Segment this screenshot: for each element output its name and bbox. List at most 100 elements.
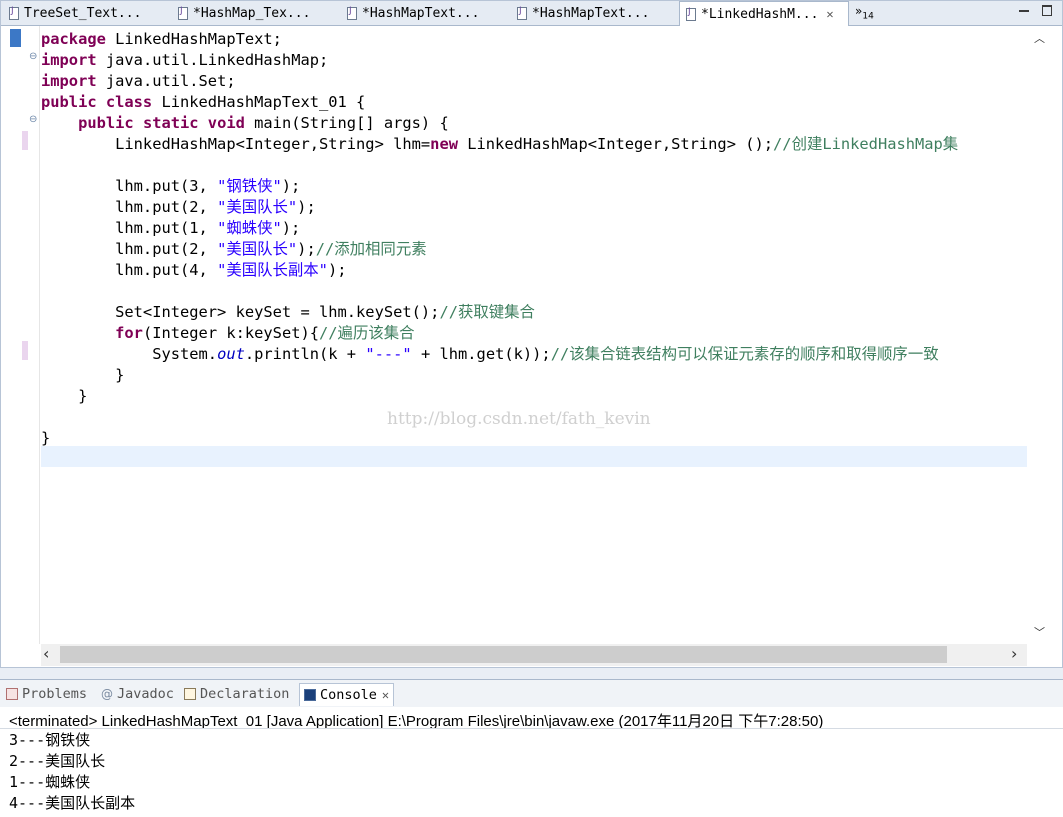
code-line[interactable]: public class LinkedHashMapText_01 { — [41, 92, 365, 113]
code-line[interactable]: for(Integer k:keySet){//遍历该集合 — [41, 323, 415, 344]
code-token: Set<Integer> keySet = lhm.keySet(); — [41, 303, 440, 321]
console-separator — [0, 728, 1063, 729]
code-token: ); — [297, 198, 316, 216]
code-line[interactable]: import java.util.Set; — [41, 71, 236, 92]
fold-collapse-icon[interactable]: ⊖ — [29, 114, 37, 125]
java-file-icon — [347, 6, 357, 20]
view-tab-label: Problems — [22, 686, 88, 702]
tab-label: TreeSet_Text... — [24, 5, 142, 21]
change-marker — [22, 131, 28, 150]
code-line[interactable]: } — [41, 428, 50, 449]
code-comment: //创建LinkedHashMap集 — [773, 135, 959, 153]
scroll-right-icon[interactable]: › — [1011, 644, 1017, 663]
code-editor[interactable]: package LinkedHashMapText; import java.ut… — [41, 26, 1027, 644]
code-line[interactable]: Set<Integer> keySet = lhm.keySet();//获取键… — [41, 302, 535, 323]
code-token: main(String[] args) { — [244, 114, 449, 132]
code-token: java.util.Set; — [96, 72, 236, 90]
vertical-scrollbar[interactable]: ︿ ﹀ — [1027, 26, 1062, 644]
editor-tab-linkedhashmap[interactable]: *LinkedHashM... ✕ — [679, 1, 849, 26]
console-output-line: 2---美国队长 — [9, 752, 106, 770]
code-token: } — [41, 387, 88, 405]
tab-label: *HashMap_Tex... — [193, 5, 311, 21]
code-token: java.util.LinkedHashMap; — [96, 51, 329, 69]
code-token: LinkedHashMapText; — [105, 30, 282, 48]
code-string: "钢铁侠" — [217, 177, 282, 195]
code-line[interactable]: package LinkedHashMapText; — [41, 29, 282, 50]
code-token: (Integer k:keySet){ — [142, 324, 320, 342]
code-keyword: new — [430, 135, 458, 153]
watermark: http://blog.csdn.net/fath_kevin — [387, 409, 651, 429]
tab-overflow-count: 14 — [862, 11, 874, 22]
code-token: lhm.put(2, — [41, 198, 218, 216]
editor-tab-hashmaptext-1[interactable]: *HashMapText... — [341, 1, 509, 25]
code-keyword: import — [41, 51, 97, 69]
code-token: lhm.put(1, — [41, 219, 218, 237]
code-token: lhm.put(3, — [41, 177, 218, 195]
code-token: ); — [297, 240, 316, 258]
editor-tab-hashmaptext-2[interactable]: *HashMapText... — [511, 1, 679, 25]
maximize-icon[interactable] — [1039, 2, 1055, 18]
code-keyword: public static void — [78, 114, 245, 132]
code-keyword: for — [115, 324, 143, 342]
close-view-icon[interactable]: ✕ — [382, 688, 389, 702]
horizontal-scrollbar[interactable]: ‹ › — [41, 644, 1027, 666]
code-token: } — [41, 366, 125, 384]
tab-console[interactable]: Console ✕ — [299, 683, 395, 706]
scroll-down-icon[interactable]: ﹀ — [1034, 624, 1045, 640]
console-icon — [304, 689, 316, 701]
code-line[interactable]: lhm.put(2, "美国队长");//添加相同元素 — [41, 239, 426, 260]
tab-label: *HashMapText... — [362, 5, 480, 21]
code-token: lhm.put(2, — [41, 240, 218, 258]
code-line[interactable]: lhm.put(3, "钢铁侠"); — [41, 176, 300, 197]
console-panel: Problems @ Javadoc Declaration Console ✕… — [0, 679, 1063, 817]
scroll-left-icon[interactable]: ‹ — [43, 644, 49, 663]
code-line[interactable]: } — [41, 386, 87, 407]
javadoc-icon: @ — [101, 687, 113, 701]
code-keyword: public class — [41, 93, 153, 111]
code-line[interactable]: LinkedHashMap<Integer,String> lhm=new Li… — [41, 134, 958, 155]
problems-icon — [6, 688, 18, 700]
view-tab-bar: Problems @ Javadoc Declaration Console ✕ — [0, 680, 1063, 707]
code-string: "美国队长" — [217, 240, 298, 258]
code-line[interactable]: } — [41, 365, 124, 386]
code-keyword: import — [41, 72, 97, 90]
tab-problems[interactable]: Problems — [6, 683, 87, 705]
code-comment: //遍历该集合 — [319, 324, 415, 342]
code-token: ); — [281, 177, 301, 195]
panel-divider — [0, 668, 1063, 679]
java-file-icon — [9, 6, 19, 20]
change-marker — [22, 341, 28, 360]
scrollbar-thumb[interactable] — [60, 646, 947, 663]
console-output-line: 4---美国队长副本 — [9, 794, 136, 812]
editor-tab-treeset[interactable]: TreeSet_Text... — [3, 1, 169, 25]
code-line[interactable]: lhm.put(2, "美国队长"); — [41, 197, 316, 218]
java-file-icon — [686, 7, 696, 21]
code-line[interactable]: import java.util.LinkedHashMap; — [41, 50, 328, 71]
editor-tab-hashmap-tex[interactable]: *HashMap_Tex... — [172, 1, 338, 25]
declaration-icon — [184, 688, 196, 700]
code-comment: //该集合链表结构可以保证元素存的顺序和取得顺序一致 — [550, 345, 939, 363]
quick-diff-marker — [10, 29, 21, 47]
view-tab-label: Javadoc — [117, 686, 174, 702]
close-tab-icon[interactable]: ✕ — [826, 7, 833, 21]
scroll-up-icon[interactable]: ︿ — [1034, 30, 1045, 46]
code-token: ); — [327, 261, 347, 279]
code-string: "---" — [365, 345, 412, 363]
tab-declaration[interactable]: Declaration — [184, 683, 289, 705]
view-tab-label: Console — [320, 687, 377, 703]
tab-javadoc[interactable]: @ Javadoc — [101, 683, 174, 705]
code-token: } — [41, 429, 51, 447]
code-keyword: package — [41, 30, 106, 48]
tab-label: *LinkedHashM... — [701, 6, 819, 22]
code-line[interactable]: lhm.put(1, "蜘蛛侠"); — [41, 218, 300, 239]
code-token: ); — [281, 219, 301, 237]
code-line[interactable]: lhm.put(4, "美国队长副本"); — [41, 260, 347, 281]
code-line[interactable]: public static void main(String[] args) { — [41, 113, 449, 134]
code-token: lhm.put(4, — [41, 261, 218, 279]
fold-collapse-icon[interactable]: ⊖ — [29, 51, 37, 62]
code-token: LinkedHashMap<Integer,String> (); — [457, 135, 774, 153]
minimize-icon[interactable] — [1016, 2, 1032, 18]
tab-overflow-button[interactable]: »14 — [855, 4, 874, 21]
code-line[interactable]: System.out.println(k + "---" + lhm.get(k… — [41, 344, 939, 365]
